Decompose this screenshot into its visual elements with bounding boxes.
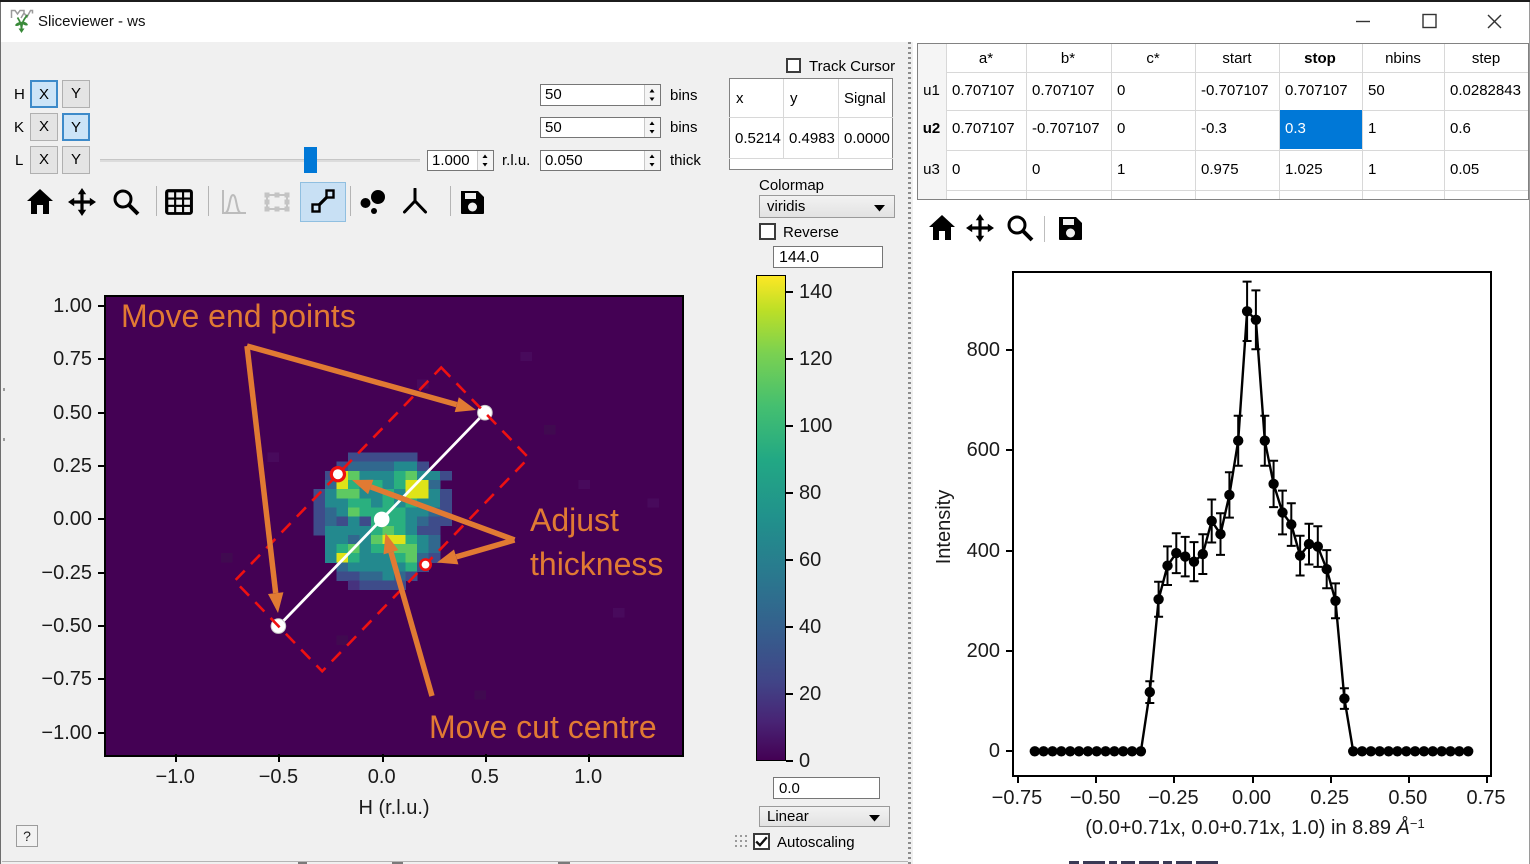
svg-text:thickness: thickness [530, 546, 663, 582]
svg-text:Move end points: Move end points [121, 298, 356, 334]
svg-text:Adjust: Adjust [530, 502, 619, 538]
svg-text:Move cut centre: Move cut centre [429, 709, 657, 745]
